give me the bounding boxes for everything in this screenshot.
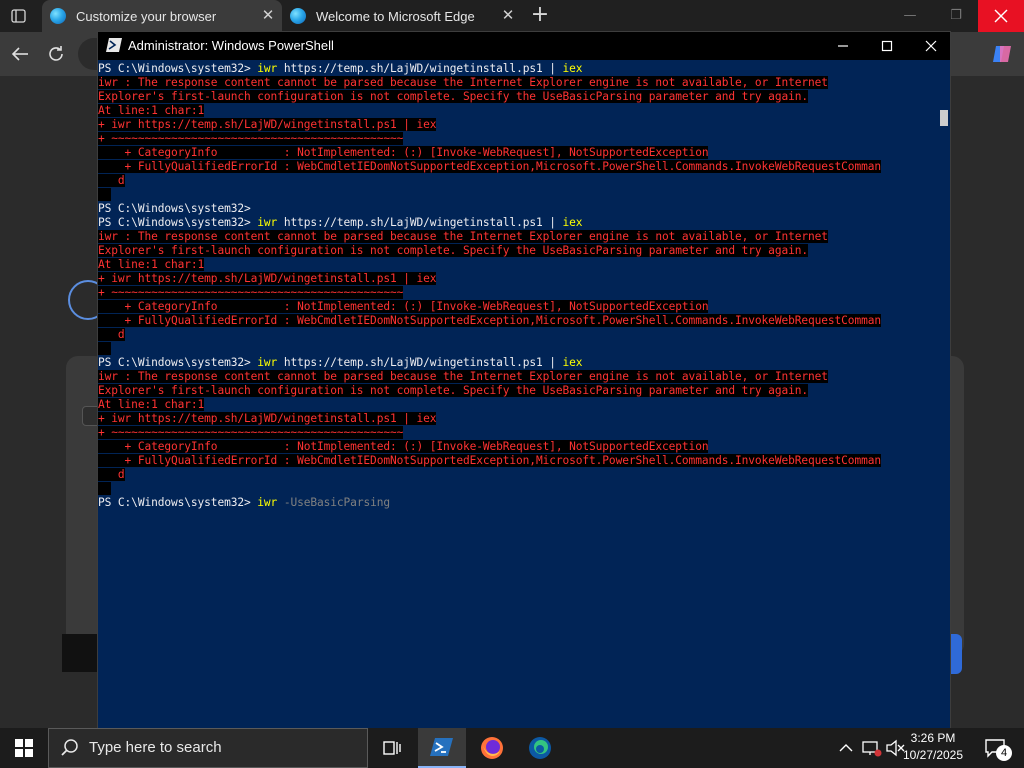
browser-restore-button[interactable]: ❐ (934, 0, 978, 32)
error-line: + CategoryInfo : NotImplemented: (:) [In… (98, 146, 709, 159)
taskbar-clock[interactable]: 3:26 PM 10/27/2025 (898, 730, 968, 764)
notification-center-button[interactable]: 4 (980, 728, 1020, 768)
minimize-button[interactable] (820, 32, 866, 60)
copilot-button[interactable] (990, 42, 1014, 66)
taskbar-powershell[interactable] (418, 728, 466, 768)
taskbar-search-box[interactable]: Type here to search (48, 728, 368, 768)
error-line: + CategoryInfo : NotImplemented: (:) [In… (98, 300, 709, 313)
browser-close-button[interactable] (978, 0, 1024, 32)
close-icon (925, 40, 937, 52)
powershell-icon (430, 738, 453, 756)
error-line: iwr : The response content cannot be par… (98, 370, 828, 383)
error-line: iwr : The response content cannot be par… (98, 76, 828, 89)
background-panel (950, 634, 962, 674)
taskbar-edge[interactable] (516, 728, 564, 768)
error-line: At line:1 char:1 (98, 398, 205, 411)
error-line: At line:1 char:1 (98, 258, 205, 271)
maximize-button[interactable] (864, 32, 910, 60)
error-line: + FullyQualifiedErrorId : WebCmdletIEDom… (98, 160, 881, 173)
error-line: + FullyQualifiedErrorId : WebCmdletIEDom… (98, 314, 881, 327)
powershell-icon (106, 38, 122, 52)
start-button[interactable] (0, 728, 48, 768)
tab-welcome-edge[interactable]: Welcome to Microsoft Edge ✕ (282, 0, 522, 32)
command-line: PS C:\Windows\system32> iwr https://temp… (98, 356, 583, 369)
show-hidden-icons-button[interactable] (836, 738, 856, 758)
taskbar: Type here to search 3:26 PM 10/27/2025 4 (0, 728, 1024, 768)
back-arrow-icon (11, 47, 28, 61)
scrollbar-thumb[interactable] (940, 110, 948, 126)
error-line: d (98, 328, 125, 341)
close-icon (994, 9, 1008, 23)
close-button[interactable] (908, 32, 954, 60)
window-title: Administrator: Windows PowerShell (128, 38, 334, 53)
error-line: Explorer's first-launch configuration is… (98, 90, 808, 103)
error-line: Explorer's first-launch configuration is… (98, 244, 808, 257)
error-line: + iwr https://temp.sh/LajWD/wingetinstal… (98, 412, 437, 425)
command-line: PS C:\Windows\system32> iwr https://temp… (98, 216, 583, 229)
background-panel (62, 634, 98, 672)
console-output[interactable]: PS C:\Windows\system32> iwr https://temp… (98, 60, 938, 728)
tab-actions-icon (11, 9, 26, 23)
taskbar-firefox[interactable] (468, 728, 516, 768)
blank-line (98, 188, 112, 202)
error-line: + ~~~~~~~~~~~~~~~~~~~~~~~~~~~~~~~~~~~~~~… (98, 286, 404, 299)
error-line: + ~~~~~~~~~~~~~~~~~~~~~~~~~~~~~~~~~~~~~~… (98, 132, 404, 145)
minimize-icon (838, 45, 848, 47)
error-line: At line:1 char:1 (98, 104, 205, 117)
edge-logo-icon (290, 8, 306, 24)
error-line: iwr : The response content cannot be par… (98, 230, 828, 243)
error-line: + ~~~~~~~~~~~~~~~~~~~~~~~~~~~~~~~~~~~~~~… (98, 426, 404, 439)
error-line: Explorer's first-launch configuration is… (98, 384, 808, 397)
powershell-titlebar[interactable]: Administrator: Windows PowerShell (98, 32, 950, 60)
blank-line (98, 342, 112, 356)
background-panel (950, 356, 964, 656)
maximize-icon (881, 40, 893, 52)
clock-date: 10/27/2025 (902, 748, 964, 762)
search-placeholder: Type here to search (89, 739, 222, 756)
windows-logo-icon (15, 739, 33, 757)
close-tab-icon[interactable]: ✕ (500, 8, 516, 24)
back-button[interactable] (8, 42, 32, 66)
tab-title: Welcome to Microsoft Edge (316, 8, 475, 24)
network-button[interactable] (860, 738, 882, 758)
copilot-icon (993, 46, 1011, 62)
browser-minimize-button[interactable]: — (888, 0, 932, 32)
error-line: d (98, 468, 125, 481)
blank-line (98, 482, 112, 496)
error-line: + FullyQualifiedErrorId : WebCmdletIEDom… (98, 454, 881, 467)
close-tab-icon[interactable]: ✕ (260, 8, 276, 24)
task-view-icon (383, 741, 401, 755)
refresh-icon (49, 46, 63, 61)
error-line: + CategoryInfo : NotImplemented: (:) [In… (98, 440, 709, 453)
firefox-icon (481, 737, 503, 759)
browser-tab-bar: Customize your browser ✕ Welcome to Micr… (0, 0, 1024, 32)
task-view-button[interactable] (368, 728, 416, 768)
plus-icon: + (530, 2, 550, 27)
edge-logo-icon (50, 8, 66, 24)
error-line: + iwr https://temp.sh/LajWD/wingetinstal… (98, 118, 437, 131)
clock-time: 3:26 PM (910, 731, 956, 745)
tab-customize-browser[interactable]: Customize your browser ✕ (42, 0, 282, 32)
error-line: d (98, 174, 125, 187)
new-tab-button[interactable]: + (528, 4, 552, 28)
current-input-line[interactable]: PS C:\Windows\system32> iwr -UseBasicPar… (98, 496, 390, 510)
chevron-up-icon (839, 744, 853, 752)
powershell-window: Administrator: Windows PowerShell PS C:\… (98, 32, 950, 728)
tab-actions-button[interactable] (8, 6, 30, 26)
refresh-button[interactable] (44, 42, 68, 66)
tab-title: Customize your browser (76, 8, 217, 24)
search-icon (61, 739, 78, 756)
notification-badge: 4 (996, 745, 1012, 761)
prompt-line: PS C:\Windows\system32> (98, 202, 258, 215)
edge-logo-icon (529, 737, 551, 759)
command-line: PS C:\Windows\system32> iwr https://temp… (98, 62, 583, 75)
network-icon (862, 741, 882, 757)
error-line: + iwr https://temp.sh/LajWD/wingetinstal… (98, 272, 437, 285)
console-scrollbar[interactable] (938, 60, 950, 728)
